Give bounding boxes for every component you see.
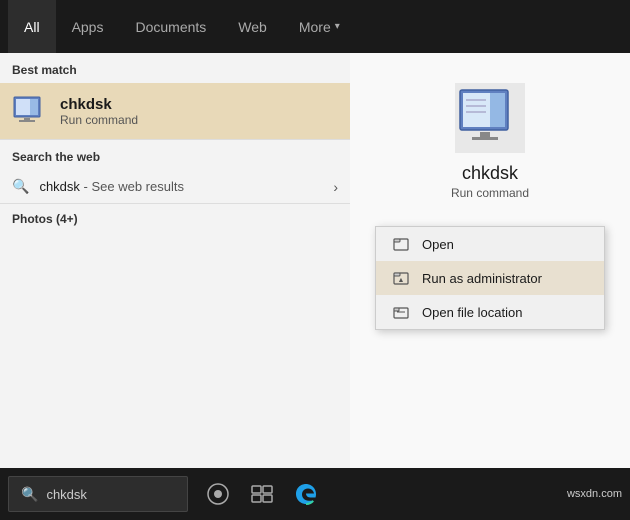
content-area: Best match chkdsk Run command	[0, 53, 630, 468]
taskbar-right: wsxdn.com	[567, 488, 622, 500]
web-search-item[interactable]: 🔍 chkdsk - See web results ›	[0, 170, 350, 203]
location-icon	[392, 303, 410, 321]
taskbar-search-button[interactable]	[200, 476, 236, 512]
menu-open-label: Open	[422, 237, 454, 252]
menu-admin-label: Run as administrator	[422, 271, 542, 286]
web-search-label: Search the web	[0, 140, 350, 170]
photos-label: Photos (4+)	[0, 204, 350, 230]
search-window: All Apps Documents Web More ▾ Best match	[0, 0, 630, 520]
taskbar-edge-button[interactable]	[288, 476, 324, 512]
admin-icon: ▲	[392, 269, 410, 287]
best-match-title: chkdsk	[60, 96, 138, 113]
taskbar-clock: wsxdn.com	[567, 488, 622, 500]
menu-item-open[interactable]: Open	[376, 227, 604, 261]
context-menu: Open ▲ Run as administrator	[375, 226, 605, 330]
svg-text:▲: ▲	[398, 277, 405, 284]
app-icon-small	[12, 93, 48, 129]
right-panel: chkdsk Run command Open	[350, 53, 630, 468]
best-match-text: chkdsk Run command	[60, 96, 138, 127]
menu-item-run-as-admin[interactable]: ▲ Run as administrator	[376, 261, 604, 295]
left-panel: Best match chkdsk Run command	[0, 53, 350, 468]
search-icon: 🔍	[12, 178, 29, 195]
tab-apps[interactable]: Apps	[56, 0, 120, 53]
right-app-name: chkdsk	[462, 163, 518, 184]
right-app-type: Run command	[451, 186, 529, 200]
taskbar: 🔍 chkdsk	[0, 468, 630, 520]
app-icon-large	[455, 83, 525, 153]
best-match-label: Best match	[0, 53, 350, 83]
menu-item-open-location[interactable]: Open file location	[376, 295, 604, 329]
tab-all[interactable]: All	[8, 0, 56, 53]
best-match-subtitle: Run command	[60, 113, 138, 127]
taskbar-search-icon: 🔍	[21, 486, 38, 503]
left-panel-content	[0, 230, 350, 468]
app-icon-container: chkdsk Run command	[451, 83, 529, 200]
best-match-item[interactable]: chkdsk Run command	[0, 83, 350, 139]
menu-location-label: Open file location	[422, 305, 522, 320]
tab-documents[interactable]: Documents	[119, 0, 222, 53]
chevron-down-icon: ▾	[335, 21, 340, 32]
open-icon	[392, 235, 410, 253]
web-search-text: chkdsk - See web results	[39, 179, 323, 194]
taskbar-icons	[200, 476, 324, 512]
taskbar-search-text: chkdsk	[46, 487, 86, 502]
taskbar-search[interactable]: 🔍 chkdsk	[8, 476, 188, 512]
tab-web[interactable]: Web	[222, 0, 283, 53]
tab-more[interactable]: More ▾	[283, 0, 356, 53]
arrow-icon: ›	[333, 179, 338, 195]
taskbar-taskview-button[interactable]	[244, 476, 280, 512]
tab-bar: All Apps Documents Web More ▾	[0, 0, 630, 53]
